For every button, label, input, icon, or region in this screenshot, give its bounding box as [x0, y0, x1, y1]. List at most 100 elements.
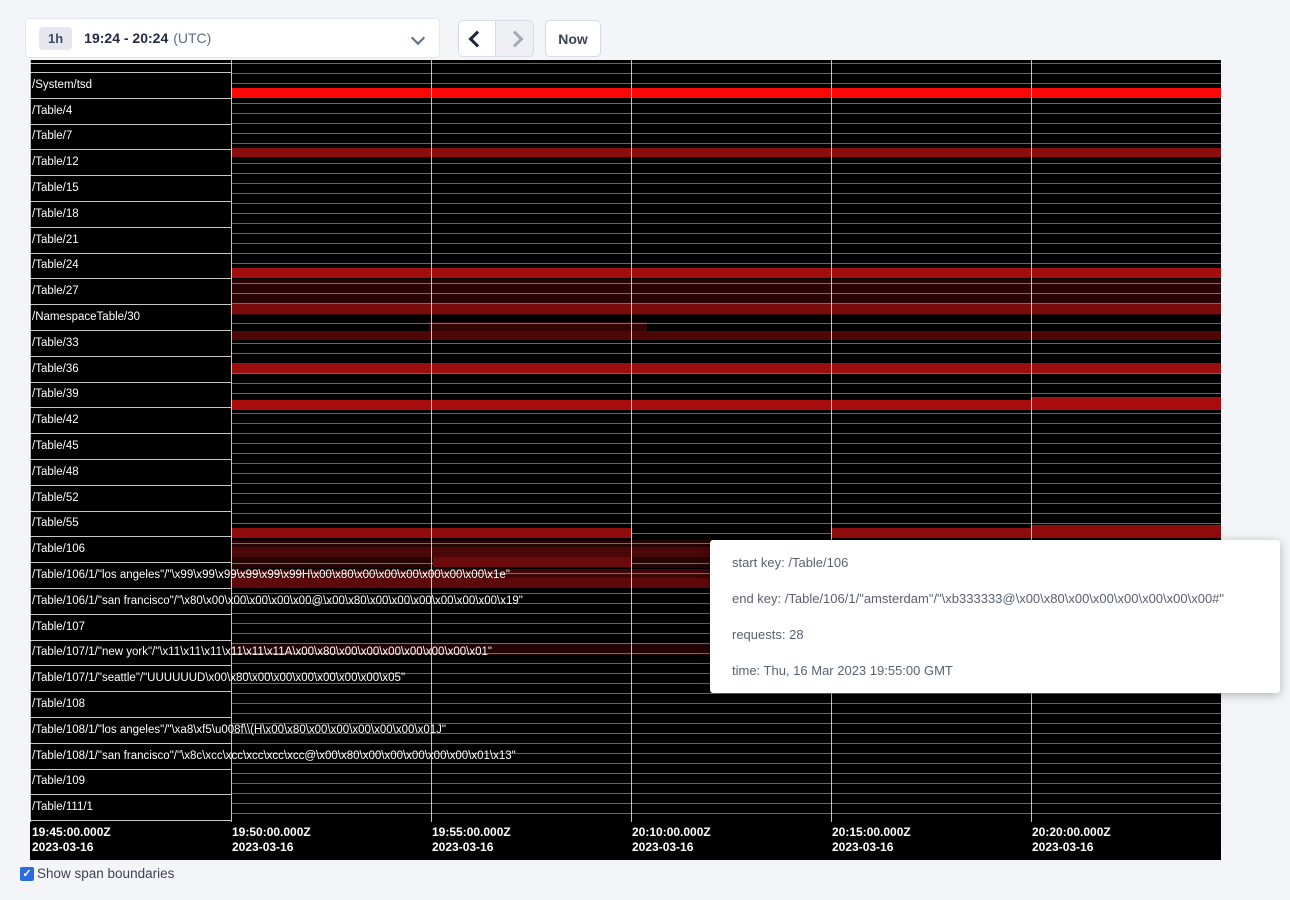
heat-band: [231, 400, 1221, 410]
chevron-left-icon: [469, 30, 486, 47]
range-boundary-line: [231, 433, 1221, 434]
span-boundary-line: [30, 562, 231, 563]
show-span-boundaries-checkbox[interactable]: ✓: [20, 867, 34, 881]
span-boundary-line: [30, 485, 231, 486]
range-boundary-line: [231, 203, 1221, 204]
range-boundary-line: [231, 223, 1221, 224]
range-boundary-line: [231, 513, 1221, 514]
range-boundary-line: [231, 103, 1221, 104]
span-boundary-line: [30, 72, 231, 73]
row-key-label: /Table/4: [30, 98, 1221, 124]
span-boundaries-control[interactable]: ✓ Show span boundaries: [20, 866, 174, 881]
range-boundary-line: [231, 473, 1221, 474]
heat-band: [231, 331, 1221, 340]
span-boundary-line: [30, 201, 231, 202]
range-boundary-line: [231, 803, 1221, 804]
range-boundary-line: [231, 213, 1221, 214]
range-boundary-line: [231, 753, 1221, 754]
range-boundary-line: [231, 193, 1221, 194]
span-boundary-line: [30, 124, 231, 125]
time-range-selector[interactable]: 1h 19:24 - 20:24 (UTC): [25, 18, 440, 58]
range-boundary-line: [231, 483, 1221, 484]
range-boundary-line: [231, 373, 1221, 374]
span-boundary-line: [30, 691, 231, 692]
heat-band: [231, 363, 1221, 373]
x-axis-tick: 20:10:00.000Z2023-03-16: [632, 825, 711, 855]
x-axis-tick: 19:55:00.000Z2023-03-16: [432, 825, 511, 855]
span-boundary-line: [30, 536, 231, 537]
range-boundary-line: [231, 783, 1221, 784]
column-boundary-line: [631, 60, 632, 822]
range-boundary-line: [231, 113, 1221, 114]
range-boundary-line: [231, 353, 1221, 354]
span-boundary-line: [30, 614, 231, 615]
span-boundary-line: [30, 511, 231, 512]
span-boundary-line: [30, 382, 231, 383]
range-boundary-line: [231, 503, 1221, 504]
range-boundary-line: [231, 63, 1221, 64]
span-boundary-line: [30, 407, 231, 408]
span-boundary-line: [30, 794, 231, 795]
range-boundary-line: [231, 163, 1221, 164]
range-boundary-line: [231, 463, 1221, 464]
next-window-button[interactable]: [496, 21, 533, 56]
tooltip-line: start key: /Table/106: [732, 555, 1280, 570]
range-boundary-line: [231, 773, 1221, 774]
time-zone-label: (UTC): [173, 30, 211, 46]
range-boundary-line: [231, 493, 1221, 494]
range-boundary-line: [231, 173, 1221, 174]
span-boundary-line: [30, 433, 231, 434]
row-key-label: /Table/7: [30, 124, 1221, 150]
range-boundary-line: [231, 73, 1221, 74]
range-boundary-line: [231, 323, 1221, 324]
span-boundary-line: [30, 175, 231, 176]
tooltip-line: time: Thu, 16 Mar 2023 19:55:00 GMT: [732, 663, 1280, 678]
span-boundary-line: [30, 149, 231, 150]
range-boundary-line: [231, 793, 1221, 794]
range-boundary-line: [231, 183, 1221, 184]
range-boundary-line: [231, 233, 1221, 234]
key-visualizer-canvas[interactable]: /System/tsd/Table/4/Table/7/Table/12/Tab…: [30, 60, 1221, 860]
range-boundary-line: [231, 733, 1221, 734]
range-boundary-line: [231, 703, 1221, 704]
range-boundary-line: [231, 243, 1221, 244]
heat-band: [231, 268, 1221, 278]
now-button[interactable]: Now: [545, 20, 601, 57]
range-boundary-line: [231, 423, 1221, 424]
range-boundary-line: [231, 763, 1221, 764]
range-boundary-line: [231, 293, 1221, 294]
heatmap-tooltip: start key: /Table/106 end key: /Table/106…: [710, 540, 1280, 693]
column-boundary-line: [30, 60, 31, 822]
row-key-label: /Table/108/1/"los angeles"/"\xa8\xf5\u00…: [30, 717, 1221, 743]
row-key-label: /Table/15: [30, 175, 1221, 201]
range-boundary-line: [231, 343, 1221, 344]
span-boundary-line: [30, 769, 231, 770]
heat-band: [231, 148, 1221, 157]
span-boundary-line: [30, 820, 231, 821]
x-axis-tick: 20:15:00.000Z2023-03-16: [832, 825, 911, 855]
range-boundary-line: [231, 123, 1221, 124]
span-boundary-line: [30, 665, 231, 666]
column-boundary-line: [231, 60, 232, 822]
span-boundary-line: [30, 356, 231, 357]
span-boundary-line: [30, 253, 231, 254]
range-boundary-line: [231, 713, 1221, 714]
row-key-label: /Table/42: [30, 407, 1221, 433]
heat-band: [433, 557, 631, 567]
x-axis-tick: 20:20:00.000Z2023-03-16: [1032, 825, 1111, 855]
range-boundary-line: [231, 253, 1221, 254]
span-boundary-line: [30, 278, 231, 279]
range-boundary-line: [231, 743, 1221, 744]
column-boundary-line: [831, 60, 832, 822]
chevron-down-icon: [411, 31, 425, 45]
prev-window-button[interactable]: [459, 21, 496, 56]
range-boundary-line: [231, 133, 1221, 134]
row-key-label: /Table/111/1: [30, 794, 1221, 820]
range-boundary-line: [231, 383, 1221, 384]
column-boundary-line: [1031, 60, 1032, 822]
x-axis-tick: 19:45:00.000Z2023-03-16: [32, 825, 111, 855]
span-boundary-line: [30, 640, 231, 641]
range-boundary-line: [231, 443, 1221, 444]
tooltip-line: requests: 28: [732, 627, 1280, 642]
tooltip-line: end key: /Table/106/1/"amsterdam"/"\xb33…: [732, 591, 1280, 606]
